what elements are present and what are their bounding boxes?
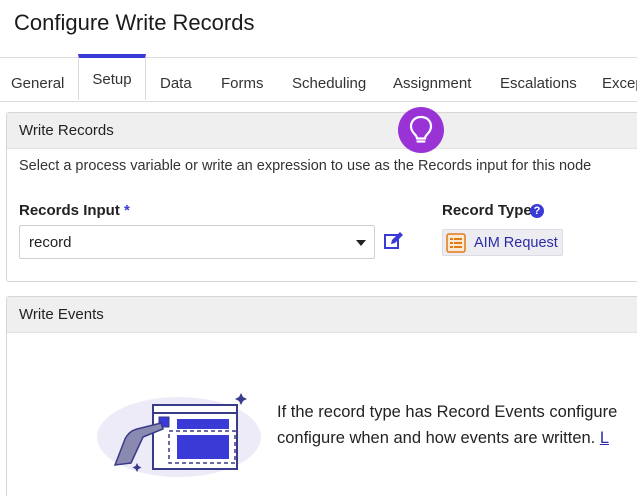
tab-scheduling[interactable]: Scheduling (292, 58, 366, 102)
write-events-line-1: If the record type has Record Events con… (277, 403, 618, 421)
write-events-illustration (91, 391, 267, 482)
record-type-label: Record Type (442, 202, 532, 219)
required-marker: * (124, 202, 130, 219)
lightbulb-icon (409, 115, 433, 143)
records-input-label: Records Input * (19, 202, 130, 219)
write-events-card: Write Events If the record type has Reco… (6, 296, 637, 496)
tab-exceptions[interactable]: Excep (602, 58, 637, 102)
tab-setup[interactable]: Setup (78, 54, 146, 100)
tab-bar: General Setup Data Forms Scheduling Assi… (0, 54, 637, 102)
record-type-value: AIM Request (474, 235, 558, 251)
tab-data[interactable]: Data (160, 58, 192, 102)
hint-button[interactable] (398, 107, 444, 153)
help-icon[interactable]: ? (530, 204, 544, 218)
write-events-description: If the record type has Record Events con… (277, 399, 617, 451)
write-records-card: Write Records Select a process variable … (6, 112, 637, 282)
record-type-link[interactable]: AIM Request (442, 229, 563, 256)
tab-assignment[interactable]: Assignment (393, 58, 471, 102)
write-events-header: Write Events (7, 297, 637, 333)
records-input-select[interactable]: record (19, 225, 375, 259)
write-records-header: Write Records (7, 113, 637, 149)
write-events-line-2-text: configure when and how events are writte… (277, 429, 600, 447)
chevron-down-icon[interactable] (356, 240, 366, 246)
write-events-line-2: configure when and how events are writte… (277, 425, 617, 451)
write-records-description: Select a process variable or write an ex… (19, 158, 592, 174)
page-header: Configure Write Records (0, 0, 637, 58)
records-input-value: record (29, 234, 72, 251)
records-input-label-text: Records Input (19, 202, 120, 219)
edit-icon[interactable] (383, 231, 405, 251)
tab-general[interactable]: General (11, 58, 64, 102)
tab-escalations[interactable]: Escalations (500, 58, 577, 102)
learn-more-link[interactable]: L (600, 429, 609, 447)
record-type-icon (446, 233, 466, 253)
tab-forms[interactable]: Forms (221, 58, 264, 102)
page-title: Configure Write Records (14, 10, 255, 35)
